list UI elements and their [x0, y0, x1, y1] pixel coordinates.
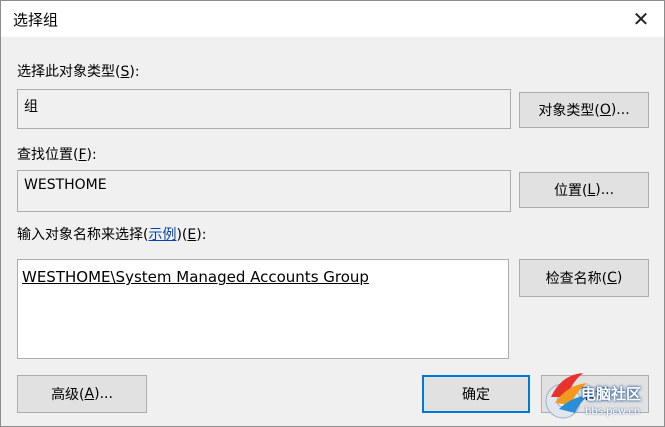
object-type-field: 组: [17, 89, 511, 129]
advanced-button[interactable]: 高级(A)...: [17, 375, 147, 413]
object-names-label: 输入对象名称来选择(示例)(E):: [17, 227, 207, 243]
close-button[interactable]: ✕: [618, 1, 664, 37]
location-field: WESTHOME: [17, 170, 511, 212]
location-value: WESTHOME: [24, 177, 107, 193]
object-type-value: 组: [24, 99, 38, 115]
close-icon: ✕: [632, 7, 650, 31]
cancel-button[interactable]: 取消: [541, 375, 649, 413]
locations-button[interactable]: 位置(L)...: [519, 172, 649, 208]
location-label: 查找位置(F):: [17, 147, 97, 163]
title-bar: 选择组 ✕: [1, 1, 664, 37]
resolved-object-name[interactable]: WESTHOME\System Managed Accounts Group: [22, 268, 369, 286]
object-type-label: 选择此对象类型(S):: [17, 64, 140, 80]
object-types-button[interactable]: 对象类型(O)...: [519, 92, 649, 128]
examples-link[interactable]: 示例: [148, 227, 176, 243]
ok-button[interactable]: 确定: [422, 375, 530, 413]
object-names-input[interactable]: WESTHOME\System Managed Accounts Group: [17, 259, 509, 359]
dialog-title: 选择组: [13, 11, 59, 29]
check-names-button[interactable]: 检查名称(C): [519, 259, 649, 297]
select-group-dialog: 选择组 ✕ 选择此对象类型(S): 组 对象类型(O)... 查找位置(F): …: [0, 0, 665, 427]
